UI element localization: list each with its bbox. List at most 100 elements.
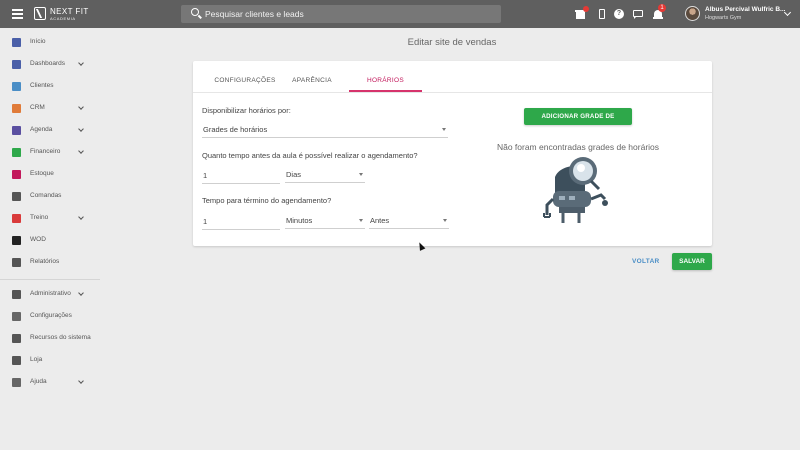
- user-name[interactable]: Albus Percival Wulfric B...: [705, 6, 785, 13]
- end-label: Tempo para término do agendamento?: [202, 196, 332, 205]
- avatar[interactable]: [685, 6, 700, 21]
- sidebar-item-label: Dashboards: [30, 60, 66, 67]
- top-bar: NEXT FIT ACADEMIA ? 1 Albus Percival Wul…: [0, 0, 800, 28]
- save-button[interactable]: SALVAR: [672, 253, 712, 270]
- end-unit-select[interactable]: Minutos: [285, 215, 365, 229]
- sidebar-item-configuracoes[interactable]: Configurações: [0, 308, 100, 326]
- logo-mark-icon: [34, 7, 46, 20]
- tab-horarios[interactable]: HORÁRIOS: [349, 69, 422, 92]
- chevron-down-icon: [78, 214, 84, 220]
- mobile-icon[interactable]: [597, 9, 607, 19]
- sidebar-item-relatorios[interactable]: Relatórios: [0, 254, 100, 272]
- sidebar-item-recursos-do-sistema[interactable]: Recursos do sistema: [0, 330, 100, 348]
- sidebar-item-label: Loja: [30, 356, 43, 363]
- kettlebell-icon: [12, 236, 21, 245]
- sidebar-item-crm[interactable]: CRM: [0, 100, 100, 118]
- sidebar-item-label: Configurações: [30, 312, 72, 319]
- chevron-down-icon: [78, 126, 84, 132]
- add-schedule-grid-button[interactable]: ADICIONAR GRADE DE HORÁRIOS: [524, 108, 632, 137]
- advance-value-input[interactable]: 1: [202, 170, 280, 184]
- sidebar-item-agenda[interactable]: Agenda: [0, 122, 100, 140]
- sidebar-item-label: Estoque: [30, 170, 54, 177]
- sidebar-item-wod[interactable]: WOD: [0, 232, 100, 250]
- dumbbell-icon: [12, 214, 21, 223]
- calendar-icon: [12, 126, 21, 135]
- dropdown-caret-icon: [443, 219, 447, 222]
- sidebar-item-loja[interactable]: Loja: [0, 352, 100, 370]
- sidebar-item-financeiro[interactable]: Financeiro: [0, 144, 100, 162]
- chevron-down-icon: [78, 290, 84, 296]
- home-icon: [12, 38, 21, 47]
- end-value-input[interactable]: 1: [202, 216, 280, 230]
- sidebar-item-label: Comandas: [30, 192, 62, 199]
- sidebar-item-label: Treino: [30, 214, 49, 221]
- advance-unit-value: Dias: [286, 170, 302, 179]
- search-input[interactable]: [205, 7, 485, 21]
- report-icon: [12, 258, 21, 267]
- chevron-down-icon: [78, 104, 84, 110]
- help-icon[interactable]: ?: [614, 9, 624, 19]
- notification-badge: 1: [658, 4, 666, 12]
- schedule-by-select[interactable]: Grades de horários: [202, 124, 448, 138]
- brand-subtitle: ACADEMIA: [50, 16, 76, 21]
- chevron-down-icon: [78, 60, 84, 66]
- sidebar: Início Dashboards Clientes CRM Agenda Finance…: [0, 28, 100, 450]
- sidebar-item-label: Relatórios: [30, 258, 60, 265]
- sidebar-divider: [0, 279, 100, 280]
- user-gym: Hogwarts Gym: [705, 15, 742, 21]
- end-relation-select[interactable]: Antes: [369, 215, 449, 229]
- menu-icon[interactable]: [12, 9, 23, 19]
- sidebar-item-administrativo[interactable]: Administrativo: [0, 286, 100, 304]
- money-icon: [12, 148, 21, 157]
- dropdown-caret-icon: [359, 219, 363, 222]
- sidebar-item-label: Agenda: [30, 126, 53, 133]
- sidebar-item-label: Ajuda: [30, 378, 47, 385]
- sidebar-item-treino[interactable]: Treino: [0, 210, 100, 228]
- bell-icon[interactable]: 1: [653, 4, 666, 19]
- sidebar-item-dashboards[interactable]: Dashboards: [0, 56, 100, 74]
- search-bar: [181, 5, 501, 23]
- robot-magnifier-illustration: [543, 157, 608, 223]
- sidebar-item-inicio[interactable]: Início: [0, 34, 100, 52]
- gear-icon: [12, 312, 21, 321]
- brand-name: NEXT FIT: [50, 7, 89, 16]
- brand-logo[interactable]: NEXT FIT ACADEMIA: [34, 7, 124, 23]
- dropdown-caret-icon: [442, 128, 446, 131]
- advance-label: Quanto tempo antes da aula é possível re…: [202, 151, 418, 160]
- gift-badge: [583, 6, 589, 12]
- sidebar-item-comandas[interactable]: Comandas: [0, 188, 100, 206]
- cart-icon: [12, 170, 21, 179]
- back-button[interactable]: VOLTAR: [632, 258, 660, 265]
- advance-unit-select[interactable]: Dias: [285, 169, 365, 183]
- crm-icon: [12, 104, 21, 113]
- toggle-icon: [12, 334, 21, 343]
- schedule-by-value: Grades de horários: [203, 125, 268, 134]
- sidebar-item-ajuda[interactable]: Ajuda: [0, 374, 100, 392]
- tab-aparencia[interactable]: APARÊNCIA: [285, 69, 339, 92]
- empty-grades-message: Não foram encontradas grades de horários: [496, 142, 660, 152]
- sidebar-item-label: Clientes: [30, 82, 54, 89]
- sidebar-item-label: CRM: [30, 104, 45, 111]
- page-title: Editar site de vendas: [407, 37, 497, 48]
- chat-icon[interactable]: [633, 9, 643, 19]
- end-unit-value: Minutos: [286, 216, 313, 225]
- chart-icon: [12, 60, 21, 69]
- search-icon: [191, 8, 199, 16]
- register-icon: [12, 192, 21, 201]
- sidebar-item-label: Recursos do sistema: [30, 334, 91, 341]
- chevron-down-icon[interactable]: [783, 8, 792, 17]
- sidebar-item-label: Financeiro: [30, 148, 61, 155]
- settings-card: CONFIGURAÇÕES APARÊNCIA HORÁRIOS Disponi…: [193, 61, 712, 246]
- sidebar-item-clientes[interactable]: Clientes: [0, 78, 100, 96]
- end-relation-value: Antes: [370, 216, 390, 225]
- sidebar-item-estoque[interactable]: Estoque: [0, 166, 100, 184]
- sidebar-item-label: WOD: [30, 236, 46, 243]
- tab-bar: CONFIGURAÇÕES APARÊNCIA HORÁRIOS: [193, 69, 712, 93]
- admin-icon: [12, 290, 21, 299]
- tab-configuracoes[interactable]: CONFIGURAÇÕES: [205, 69, 285, 92]
- chevron-down-icon: [78, 148, 84, 154]
- sidebar-item-label: Administrativo: [30, 290, 71, 297]
- gift-icon[interactable]: [575, 6, 589, 19]
- store-cart-icon: [12, 356, 21, 365]
- chevron-down-icon: [78, 378, 84, 384]
